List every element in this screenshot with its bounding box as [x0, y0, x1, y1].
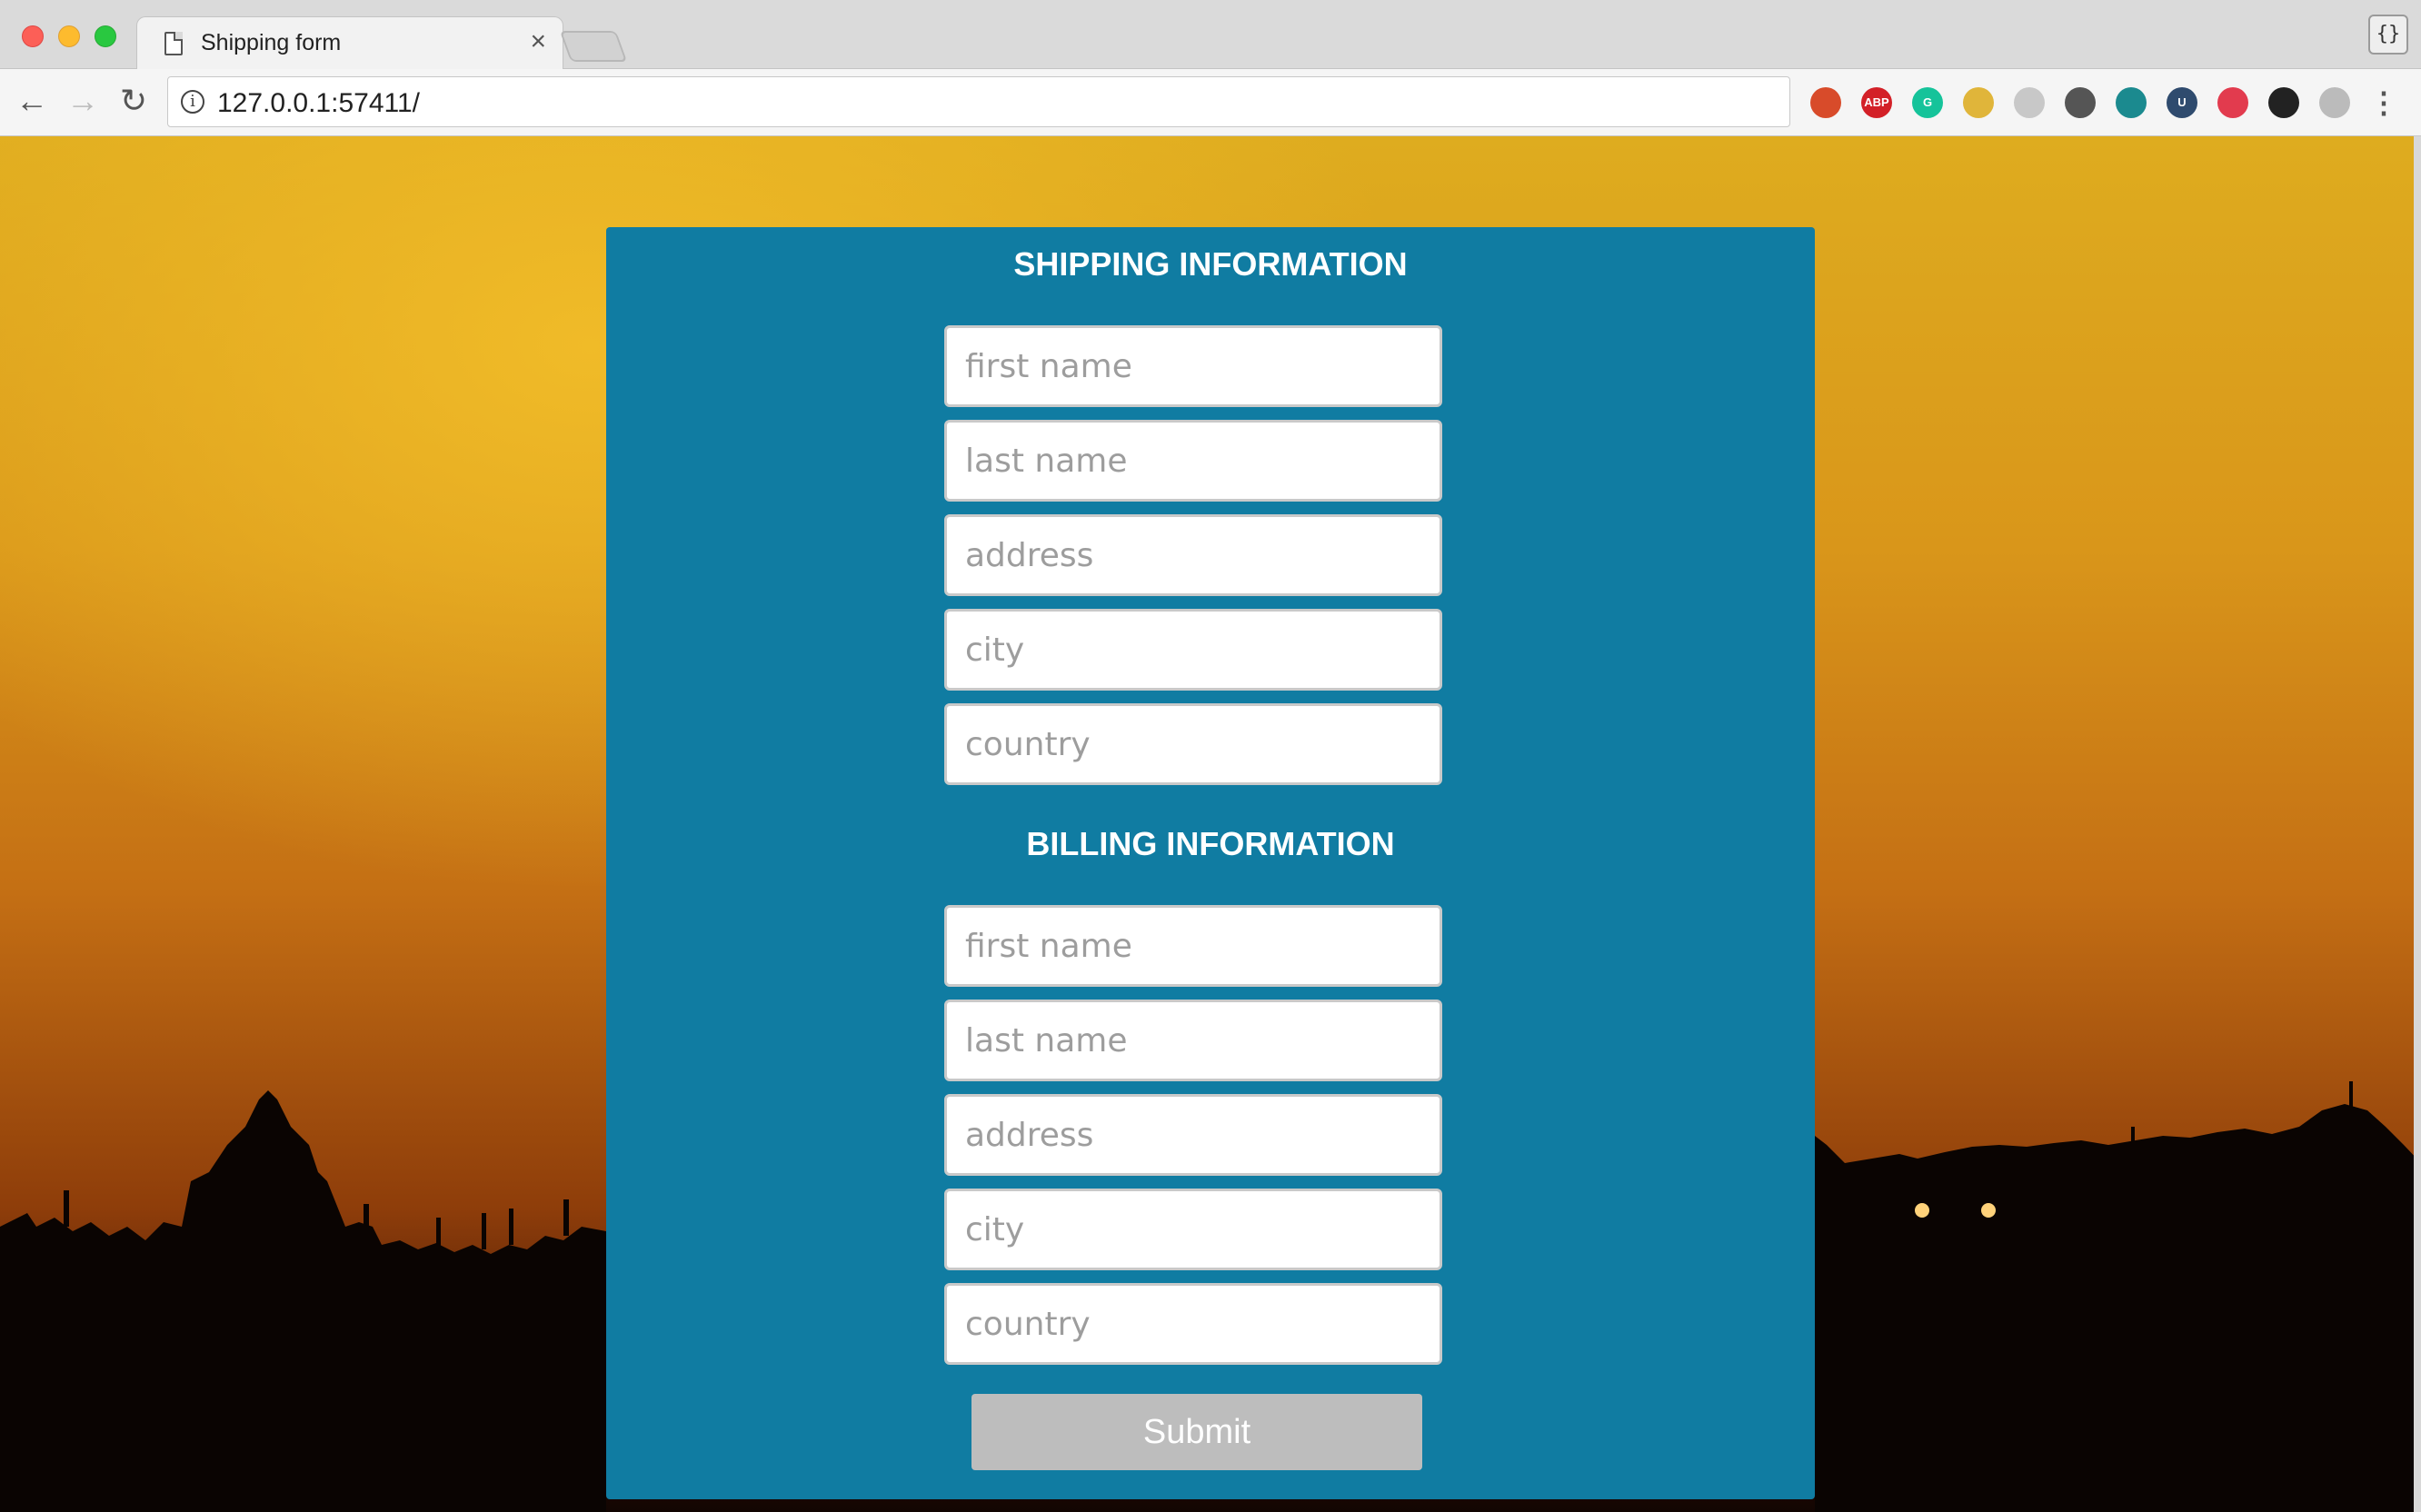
ruler-ext-icon[interactable]	[1963, 87, 1994, 118]
red-ext-icon[interactable]	[2217, 87, 2248, 118]
window-maximize-button[interactable]	[95, 25, 116, 47]
browser-chrome: Shipping form × {} ← → ↻ i 127.0.0.1:574…	[0, 0, 2421, 136]
grammarly-icon[interactable]: G	[1912, 87, 1943, 118]
shipping-last-name-input[interactable]	[944, 420, 1442, 502]
tab-shipping-form[interactable]: Shipping form ×	[136, 16, 563, 71]
window-minimize-button[interactable]	[58, 25, 80, 47]
page-scrollbar[interactable]	[2414, 136, 2421, 1512]
tab-close-icon[interactable]: ×	[530, 26, 546, 57]
bookmark-ext-icon[interactable]	[1810, 87, 1841, 118]
form-panel: SHIPPING INFORMATION BILLING INFORMATION…	[606, 227, 1815, 1499]
tab-title: Shipping form	[201, 30, 342, 55]
u-ext-icon[interactable]: U	[2167, 87, 2197, 118]
pocket-icon[interactable]	[2065, 87, 2096, 118]
page-icon	[164, 32, 183, 55]
forward-arrow-icon[interactable]: →	[62, 80, 104, 122]
back-arrow-icon[interactable]: ←	[11, 80, 53, 122]
browser-toolbar: ← → ↻ i 127.0.0.1:57411/ ABP G U ⋮	[0, 69, 2421, 136]
reload-icon[interactable]: ↻	[113, 80, 154, 122]
new-tab-button[interactable]	[559, 31, 628, 62]
shipping-first-name-input[interactable]	[944, 325, 1442, 407]
billing-title: BILLING INFORMATION	[1026, 825, 1395, 862]
billing-last-name-input[interactable]	[944, 1000, 1442, 1081]
shipping-city-input[interactable]	[944, 609, 1442, 691]
page-background: SHIPPING INFORMATION BILLING INFORMATION…	[0, 136, 2421, 1512]
billing-country-input[interactable]	[944, 1283, 1442, 1365]
url-text[interactable]: 127.0.0.1:57411/	[217, 88, 420, 119]
circle-ext-icon[interactable]	[2014, 87, 2045, 118]
window-close-button[interactable]	[22, 25, 44, 47]
tab-strip: Shipping form × {}	[0, 0, 2421, 71]
billing-city-input[interactable]	[944, 1189, 1442, 1270]
vue-devtools-icon[interactable]	[2319, 87, 2350, 118]
billing-first-name-input[interactable]	[944, 905, 1442, 987]
adblock-plus-icon[interactable]: ABP	[1861, 87, 1892, 118]
teal-ext-icon[interactable]	[2116, 87, 2147, 118]
shipping-address-input[interactable]	[944, 514, 1442, 596]
billing-address-input[interactable]	[944, 1094, 1442, 1176]
shipping-title: SHIPPING INFORMATION	[1013, 245, 1408, 283]
info-icon[interactable]: i	[181, 90, 204, 114]
sync-ext-icon[interactable]	[2268, 87, 2299, 118]
shipping-country-input[interactable]	[944, 703, 1442, 785]
submit-button[interactable]: Submit	[971, 1394, 1422, 1470]
devtools-button[interactable]: {}	[2368, 15, 2408, 55]
address-bar[interactable]: i 127.0.0.1:57411/	[167, 76, 1790, 127]
browser-menu-icon[interactable]: ⋮	[2368, 87, 2399, 118]
